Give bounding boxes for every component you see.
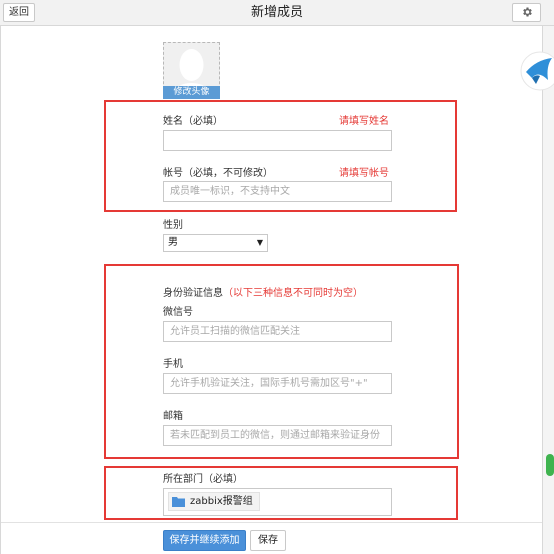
account-error: 请填写帐号 [339,168,389,179]
caret-down-icon: ▼ [256,238,263,247]
bird-logo-icon[interactable] [518,50,554,92]
name-input[interactable] [163,130,392,151]
frame-border [0,26,1,554]
identity-note: （以下三种信息不可同时为空） [223,288,363,299]
gender-select[interactable]: 男 ▼ [163,234,268,252]
name-error: 请填写姓名 [339,116,389,127]
page-title: 新增成员 [250,5,303,20]
identity-title: 身份验证信息 [163,288,223,299]
name-label: 姓名（必填） [163,116,223,127]
email-input[interactable]: 若未匹配到员工的微信，则通过邮箱来验证身份 [163,425,392,446]
wechat-label: 微信号 [163,307,193,318]
department-label: 所在部门（必填） [163,474,243,485]
department-name: zabbix报警组 [190,496,253,507]
footer-divider [1,522,542,523]
gender-selected-value: 男 [168,237,178,248]
phone-label: 手机 [163,359,183,370]
wechat-input[interactable]: 允许员工扫描的微信匹配关注 [163,321,392,342]
save-and-continue-button[interactable]: 保存并继续添加 [163,530,246,551]
settings-button[interactable] [512,3,541,22]
phone-input[interactable]: 允许手机验证关注，国际手机号需加区号"+" [163,373,392,394]
gear-icon [522,7,532,17]
email-label: 邮箱 [163,411,183,422]
account-label: 帐号（必填，不可修改） [163,168,273,179]
back-button[interactable]: 返回 [3,3,35,22]
chat-widget-icon[interactable] [546,454,554,476]
account-input[interactable]: 成员唯一标识，不支持中文 [163,181,392,202]
save-button[interactable]: 保存 [250,530,286,551]
gender-label: 性别 [163,220,183,231]
edit-avatar-button[interactable]: 修改头像 [163,86,220,99]
identity-section-title: 身份验证信息（以下三种信息不可同时为空） [163,284,363,299]
folder-icon [172,497,185,507]
